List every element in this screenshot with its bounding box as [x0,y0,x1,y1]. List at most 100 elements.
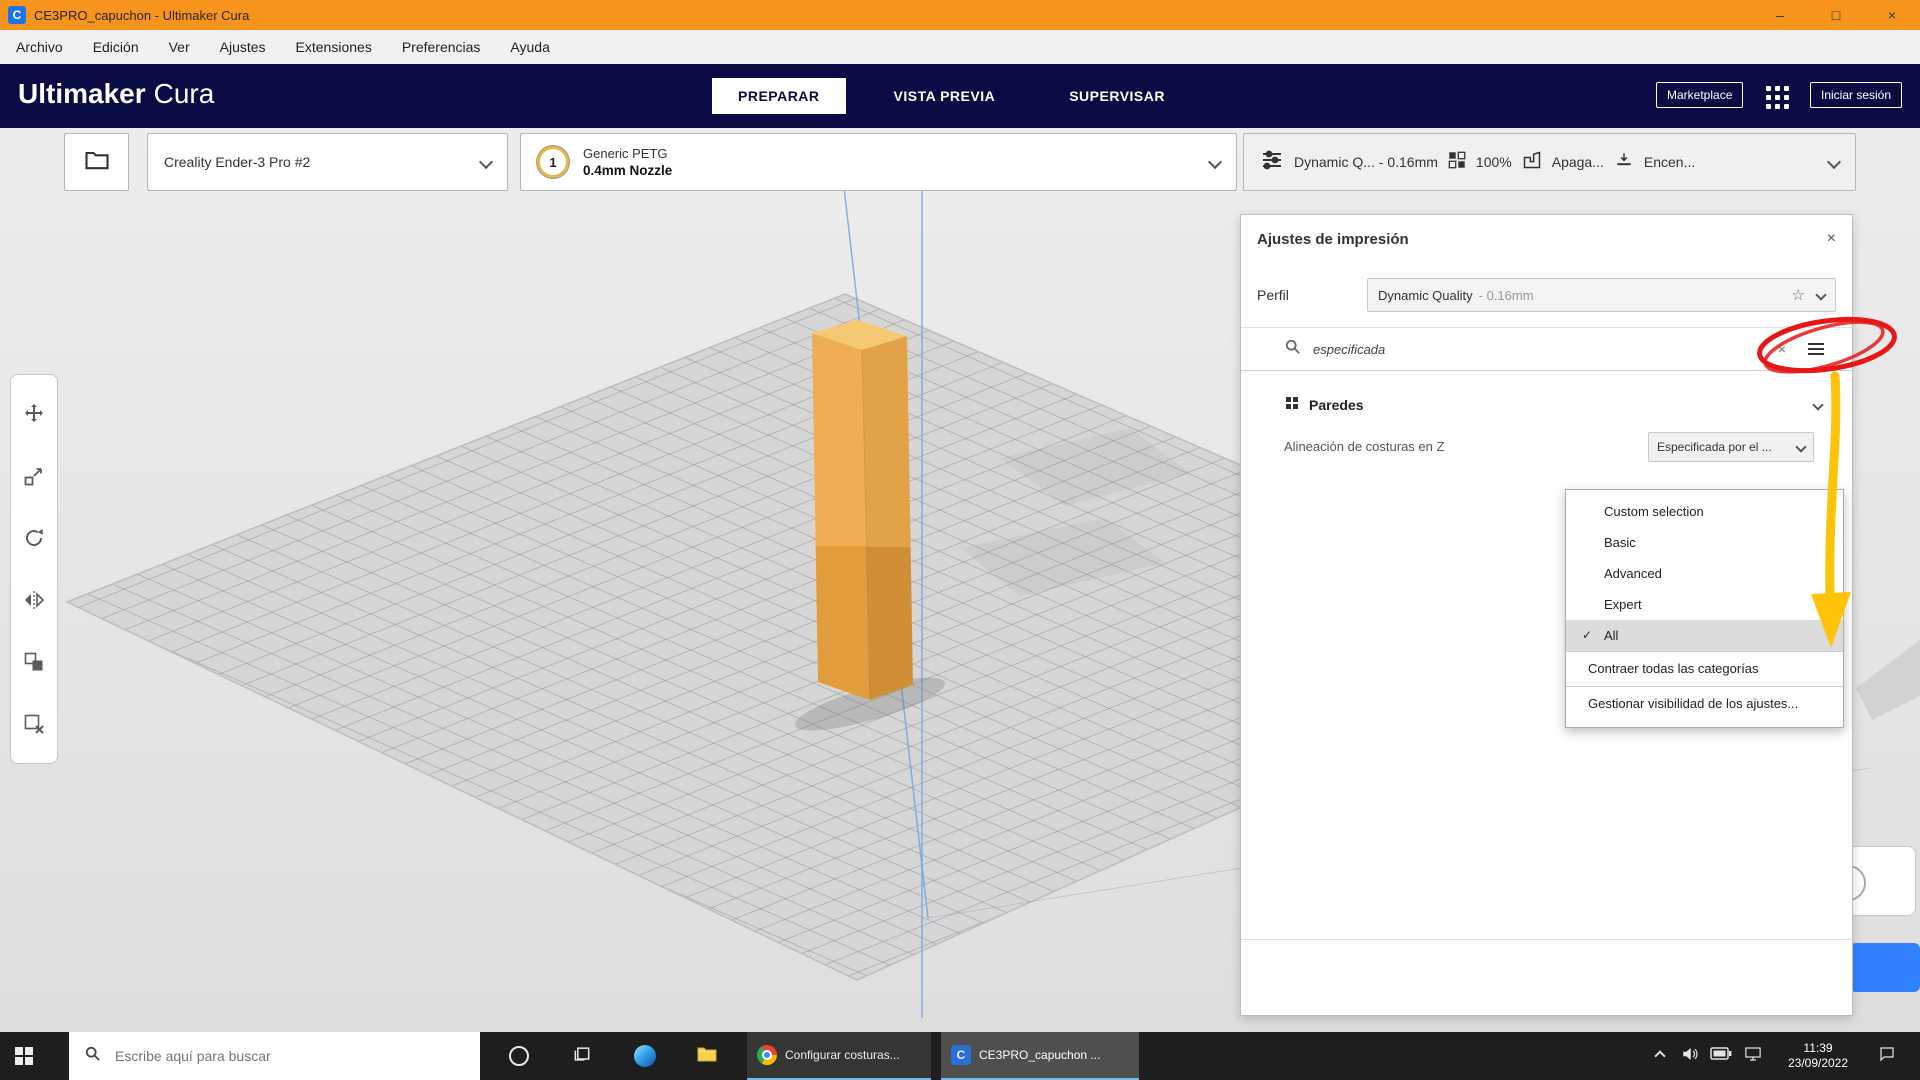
printer-selector[interactable]: Creality Ender-3 Pro #2 [147,133,508,191]
menu-ver[interactable]: Ver [169,39,190,55]
move-tool-icon[interactable] [22,402,46,426]
action-center-button[interactable] [1872,1032,1902,1080]
left-toolbar [10,374,58,764]
panel-footer: Recomendado [1241,939,1852,1018]
support-blocker-icon[interactable] [22,712,46,736]
support-icon [1522,150,1542,175]
profile-dropdown[interactable]: Dynamic Quality - 0.16mm ☆ [1367,278,1836,312]
clear-search-icon[interactable]: × [1770,341,1794,357]
menu-item-manage-visibility[interactable]: Gestionar visibilidad de los ajustes... [1566,687,1843,721]
extruder-badge: 1 [537,146,569,178]
windows-taskbar: Configurar costuras... C CE3PRO_capuchon… [0,1032,1920,1080]
setting-search-input[interactable] [1311,341,1770,358]
menu-item-collapse-all[interactable]: Contraer todas las categorías [1566,652,1843,686]
menu-ayuda[interactable]: Ayuda [510,39,549,55]
check-icon: ✓ [1582,620,1592,651]
sign-in-button[interactable]: Iniciar sesión [1810,82,1902,108]
infill-icon [1448,151,1466,174]
edge-button[interactable] [623,1032,667,1080]
file-explorer-button[interactable] [685,1032,729,1080]
profile-row: Perfil Dynamic Quality - 0.16mm ☆ [1241,275,1852,315]
task-view-button[interactable] [560,1032,604,1080]
edge-icon [634,1045,656,1067]
rotate-tool-icon[interactable] [22,526,46,550]
material-selector[interactable]: 1 Generic PETG 0.4mm Nozzle [520,133,1237,191]
folder-icon [695,1042,719,1071]
clock-date: 23/09/2022 [1788,1056,1848,1071]
open-file-button[interactable] [64,133,129,191]
chevron-down-icon [1827,155,1841,169]
menu-edicion[interactable]: Edición [93,39,139,55]
volume-button[interactable] [1676,1032,1704,1080]
tab-supervisar[interactable]: SUPERVISAR [1043,78,1191,114]
menu-preferencias[interactable]: Preferencias [402,39,481,55]
category-label: Paredes [1309,397,1814,413]
menu-item-all[interactable]: ✓ All [1566,620,1843,651]
title-bar: C CE3PRO_capuchon - Ultimaker Cura – □ × [0,0,1920,30]
menu-item-expert[interactable]: Expert [1566,589,1843,620]
profile-detail: - 0.16mm [1479,288,1792,303]
maximize-button[interactable]: □ [1808,0,1864,30]
model-ce3pro-capuchon[interactable] [812,320,913,700]
profile-name: Dynamic Quality [1378,288,1473,303]
support-value: Apaga... [1552,154,1604,170]
visibility-menu-icon[interactable] [1808,348,1824,350]
cura-icon: C [951,1045,971,1065]
menu-item-custom-selection[interactable]: Custom selection [1566,496,1843,527]
per-model-settings-icon[interactable] [22,650,46,674]
apps-grid-icon[interactable] [1766,86,1789,109]
taskbar-search[interactable] [69,1032,480,1080]
display-button[interactable] [1738,1032,1768,1080]
printer-name: Creality Ender-3 Pro #2 [164,154,481,170]
cortana-button[interactable] [497,1032,541,1080]
adhesion-icon [1614,150,1634,175]
battery-button[interactable] [1706,1032,1736,1080]
setting-search-row: × [1241,327,1852,371]
panel-close-icon[interactable]: × [1827,230,1836,248]
taskbar-app-chrome[interactable]: Configurar costuras... [747,1032,931,1080]
minimize-button[interactable]: – [1752,0,1808,30]
taskbar-app-cura-label: CE3PRO_capuchon ... [979,1048,1100,1062]
start-button[interactable] [0,1032,48,1080]
plate-fragment [1856,640,1920,720]
clock-time: 11:39 [1803,1041,1832,1056]
setting-value: Especificada por el ... [1657,440,1797,454]
monitor-icon [1744,1045,1762,1068]
panel-title: Ajustes de impresión [1257,231,1827,248]
setting-row-z-seam: Alineación de costuras en Z Especificada… [1241,427,1852,467]
taskbar-clock[interactable]: 11:39 23/09/2022 [1770,1032,1866,1080]
menu-bar: Archivo Edición Ver Ajustes Extensiones … [0,30,1920,64]
tray-expand-button[interactable] [1648,1032,1672,1080]
chevron-up-icon [1654,1050,1665,1061]
profile-summary: Dynamic Q... - 0.16mm [1294,154,1438,170]
brand-light: Cura [154,78,215,109]
task-view-icon [572,1044,592,1069]
tab-vista-previa[interactable]: VISTA PREVIA [868,78,1022,114]
category-paredes[interactable]: Paredes [1241,383,1852,427]
infill-value: 100% [1476,154,1512,170]
menu-ajustes[interactable]: Ajustes [220,39,266,55]
taskbar-app-chrome-label: Configurar costuras... [785,1048,900,1062]
material-name: Generic PETG [583,146,1210,161]
setting-value-dropdown[interactable]: Especificada por el ... [1648,432,1814,462]
taskbar-app-cura[interactable]: C CE3PRO_capuchon ... [941,1032,1139,1080]
taskbar-search-input[interactable] [113,1047,447,1065]
menu-item-basic[interactable]: Basic [1566,527,1843,558]
close-button[interactable]: × [1864,0,1920,30]
menu-extensiones[interactable]: Extensiones [296,39,372,55]
slice-button-fragment[interactable] [1850,943,1920,992]
notification-icon [1878,1045,1896,1068]
menu-archivo[interactable]: Archivo [16,39,63,55]
tab-preparar[interactable]: PREPARAR [712,78,846,114]
star-icon[interactable]: ☆ [1792,286,1805,304]
menu-item-advanced[interactable]: Advanced [1566,558,1843,589]
chevron-down-icon [1795,441,1806,452]
print-settings-summary[interactable]: Dynamic Q... - 0.16mm 100% Apaga... Ence… [1243,133,1856,191]
profile-label: Perfil [1257,287,1367,303]
marketplace-button[interactable]: Marketplace [1656,82,1743,108]
cura-window: C CE3PRO_capuchon - Ultimaker Cura – □ ×… [0,0,1920,1080]
nozzle-size: 0.4mm Nozzle [583,163,1210,178]
scale-tool-icon[interactable] [22,464,46,488]
mirror-tool-icon[interactable] [22,588,46,612]
cortana-icon [509,1046,529,1066]
